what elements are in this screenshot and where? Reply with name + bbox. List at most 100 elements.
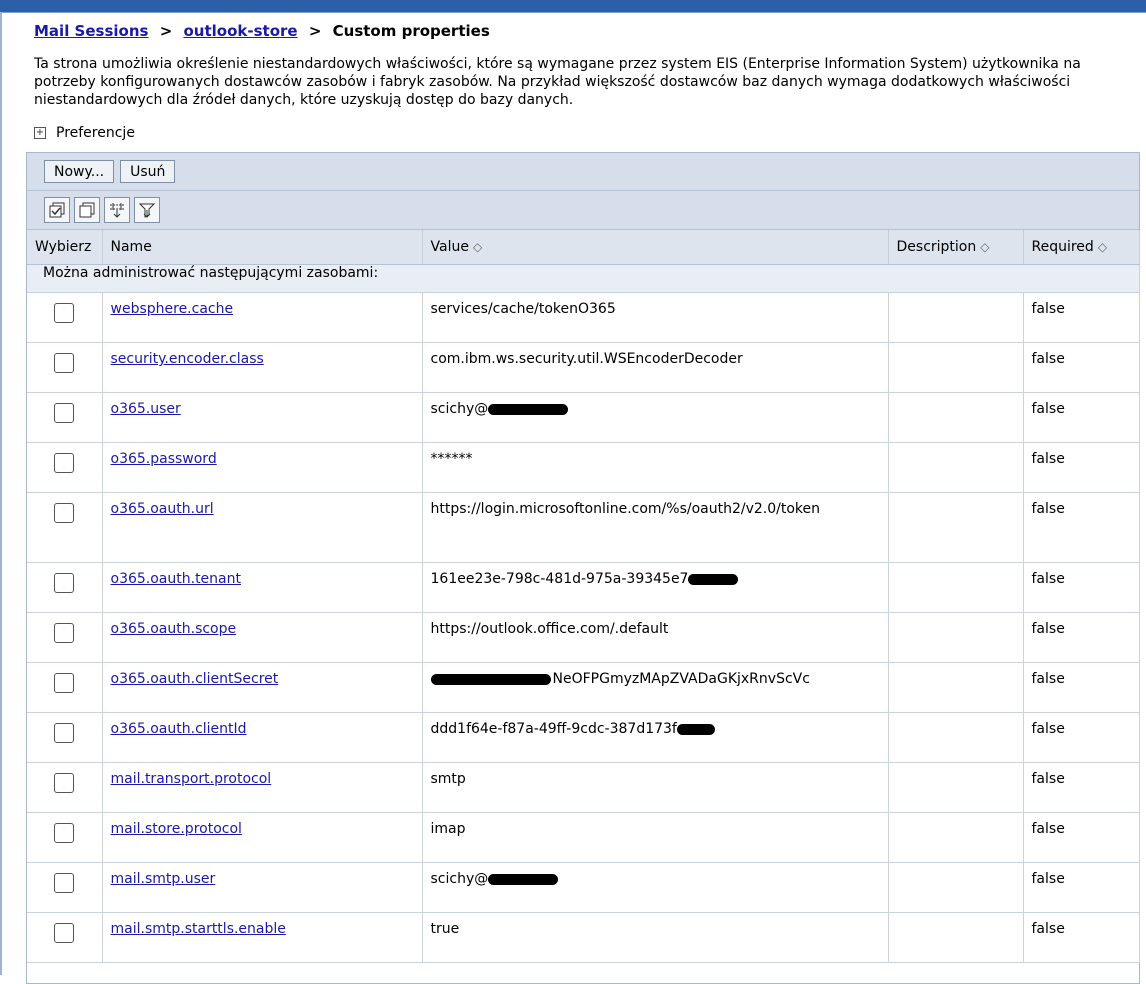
row-select-cell [27, 292, 103, 343]
row-checkbox[interactable] [54, 573, 75, 593]
column-header-value[interactable]: Value ◇ [422, 230, 889, 265]
sort-icon: ◇ [472, 240, 483, 254]
required-cell: false [1023, 492, 1140, 563]
row-select-cell [27, 442, 103, 493]
row-select-cell [27, 762, 103, 813]
column-header-required[interactable]: Required ◇ [1023, 230, 1140, 265]
name-cell: o365.oauth.tenant [102, 562, 423, 613]
row-checkbox[interactable] [54, 773, 75, 793]
redaction-mark [488, 873, 559, 885]
property-value: services/cache/tokenO365 [430, 301, 616, 317]
breadcrumb-current: Custom properties [332, 22, 490, 40]
description-cell [888, 562, 1024, 613]
property-name-link[interactable]: o365.oauth.url [111, 501, 214, 517]
column-header-description[interactable]: Description ◇ [888, 230, 1024, 265]
breadcrumb-mail-sessions[interactable]: Mail Sessions [34, 22, 148, 40]
value-cell: https://outlook.office.com/.default [422, 612, 889, 663]
breadcrumb-separator: > [159, 22, 173, 40]
row-checkbox[interactable] [54, 873, 75, 893]
property-value: scichy@ [430, 871, 489, 887]
value-cell: com.ibm.ws.security.util.WSEncoderDecode… [422, 342, 889, 393]
property-name-link[interactable]: security.encoder.class [111, 351, 264, 367]
row-select-cell [27, 492, 103, 563]
row-checkbox[interactable] [54, 923, 75, 943]
row-select-cell [27, 392, 103, 443]
row-checkbox[interactable] [54, 623, 75, 643]
row-checkbox[interactable] [54, 723, 75, 743]
value-cell: scichy@ [422, 392, 889, 443]
sort-icon: ◇ [980, 240, 990, 254]
row-select-cell [27, 812, 103, 863]
property-name-link[interactable]: o365.password [111, 451, 217, 467]
table-row: o365.oauth.clientId ddd1f64e-f87a-49ff-9c… [27, 712, 1140, 763]
property-value: ****** [430, 451, 473, 467]
value-cell: ****** [422, 442, 889, 493]
required-cell: false [1023, 862, 1140, 913]
column-header-name[interactable]: Name [102, 230, 423, 265]
description-cell [888, 392, 1024, 443]
show-filter-icon[interactable] [104, 197, 130, 223]
property-value: ddd1f64e-f87a-49ff-9cdc-387d173f [430, 721, 677, 737]
row-checkbox[interactable] [54, 673, 75, 693]
breadcrumb-outlook-store[interactable]: outlook-store [184, 22, 298, 40]
table-row: o365.oauth.scope https://outlook.office.c… [27, 612, 1140, 663]
row-select-cell [27, 612, 103, 663]
delete-button[interactable]: Usuń [120, 160, 176, 183]
table-row: mail.smtp.starttls.enable true false [27, 912, 1140, 963]
breadcrumb-separator: > [308, 22, 322, 40]
required-cell: false [1023, 392, 1140, 443]
name-cell: o365.password [102, 442, 423, 493]
property-value: https://login.microsoftonline.com/%s/oau… [430, 501, 821, 517]
value-cell: services/cache/tokenO365 [422, 292, 889, 343]
property-name-link[interactable]: mail.transport.protocol [111, 771, 272, 787]
description-cell [888, 612, 1024, 663]
property-name-link[interactable]: mail.smtp.user [111, 871, 216, 887]
preferences-toggle[interactable]: + Preferencje [34, 125, 135, 141]
row-select-cell [27, 342, 103, 393]
property-name-link[interactable]: o365.user [111, 401, 181, 417]
description-cell [888, 492, 1024, 563]
row-checkbox[interactable] [54, 503, 75, 523]
row-checkbox[interactable] [54, 353, 75, 373]
top-banner-strip [0, 0, 1146, 13]
required-cell: false [1023, 712, 1140, 763]
property-name-link[interactable]: mail.smtp.starttls.enable [111, 921, 286, 937]
table-row: o365.oauth.tenant 161ee23e-798c-481d-975a… [27, 562, 1140, 613]
table-row: o365.user scichy@ false [27, 392, 1140, 443]
value-cell: 161ee23e-798c-481d-975a-39345e7 [422, 562, 889, 613]
name-cell: o365.oauth.clientId [102, 712, 423, 763]
name-cell: mail.smtp.user [102, 862, 423, 913]
expand-plus-icon[interactable]: + [34, 127, 46, 139]
value-cell: NeOFPGmyzMApZVADaGKjxRnvScVc [422, 662, 889, 713]
table-row: o365.password ****** false [27, 442, 1140, 493]
table-row: mail.store.protocol imap false [27, 812, 1140, 863]
table-row: o365.oauth.url https://login.microsoftonl… [27, 492, 1140, 563]
property-value: scichy@ [430, 401, 489, 417]
property-name-link[interactable]: mail.store.protocol [111, 821, 242, 837]
property-name-link[interactable]: websphere.cache [111, 301, 234, 317]
property-name-link[interactable]: o365.oauth.clientSecret [111, 671, 279, 687]
row-checkbox[interactable] [54, 453, 75, 473]
clear-filter-icon[interactable] [134, 197, 160, 223]
deselect-all-icon[interactable] [74, 197, 100, 223]
preferences-label: Preferencje [56, 125, 135, 141]
name-cell: o365.user [102, 392, 423, 443]
property-name-link[interactable]: o365.oauth.scope [111, 621, 237, 637]
required-cell: false [1023, 292, 1140, 343]
required-cell: false [1023, 562, 1140, 613]
row-checkbox[interactable] [54, 403, 75, 423]
description-cell [888, 442, 1024, 493]
value-cell: scichy@ [422, 862, 889, 913]
property-name-link[interactable]: o365.oauth.tenant [111, 571, 241, 587]
property-name-link[interactable]: o365.oauth.clientId [111, 721, 247, 737]
redaction-mark [676, 723, 715, 735]
row-checkbox[interactable] [54, 823, 75, 843]
description-cell [888, 662, 1024, 713]
row-select-cell [27, 662, 103, 713]
new-button[interactable]: Nowy... [44, 160, 115, 183]
column-header-select: Wybierz [27, 230, 103, 265]
property-value: NeOFPGmyzMApZVADaGKjxRnvScVc [552, 671, 810, 687]
row-checkbox[interactable] [54, 303, 75, 323]
select-all-icon[interactable] [44, 197, 70, 223]
table-row: mail.transport.protocol smtp false [27, 762, 1140, 813]
